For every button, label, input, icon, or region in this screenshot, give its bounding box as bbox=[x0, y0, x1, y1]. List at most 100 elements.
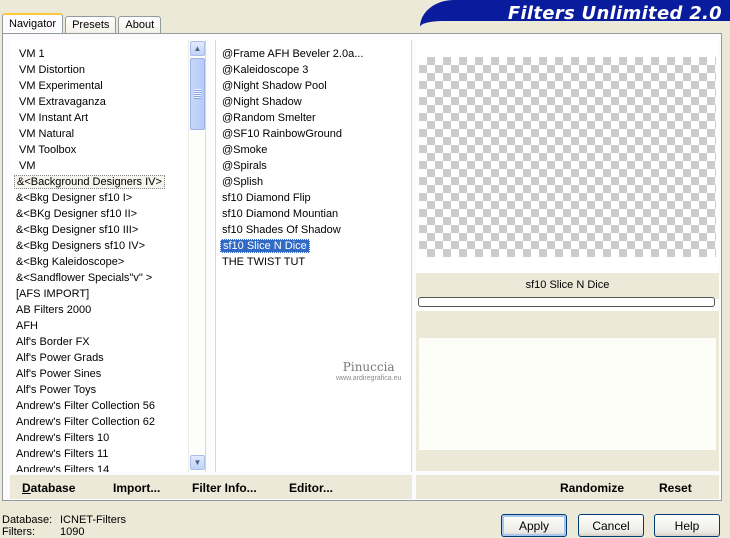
filter-item[interactable]: sf10 Shades Of Shadow bbox=[216, 222, 411, 238]
category-label: VM Toolbox bbox=[19, 144, 77, 156]
parameter-row bbox=[419, 370, 716, 386]
category-label: VM bbox=[19, 160, 36, 172]
database-button[interactable]: Database bbox=[22, 481, 75, 495]
category-item[interactable]: VM Natural bbox=[10, 126, 205, 142]
tab-strip: Navigator Presets About bbox=[2, 13, 163, 35]
filter-item[interactable]: @Spirals bbox=[216, 158, 411, 174]
category-item[interactable]: &<Bkg Designer sf10 I> bbox=[10, 190, 205, 206]
category-label: VM Natural bbox=[19, 128, 75, 140]
filter-item[interactable]: @Kaleidoscope 3 bbox=[216, 62, 411, 78]
filter-label: @Spirals bbox=[222, 160, 267, 172]
filters-count-value: 1090 bbox=[60, 526, 85, 538]
filter-item[interactable]: @Splish bbox=[216, 174, 411, 190]
category-item[interactable]: &<Bkg Designers sf10 IV> bbox=[10, 238, 205, 254]
parameter-row bbox=[419, 402, 716, 418]
category-item[interactable]: [AFS IMPORT] bbox=[10, 286, 205, 302]
category-item[interactable]: AFH bbox=[10, 318, 205, 334]
category-label: &<Bkg Designers sf10 IV> bbox=[16, 240, 146, 252]
status-area: Database: ICNET-Filters Filters: 1090 bbox=[2, 514, 126, 538]
filter-item[interactable]: @Smoke bbox=[216, 142, 411, 158]
filter-item[interactable]: @Frame AFH Beveler 2.0a... bbox=[216, 46, 411, 62]
category-label: &<Bkg Kaleidoscope> bbox=[16, 256, 125, 268]
category-label: Andrew's Filters 11 bbox=[16, 448, 109, 460]
category-item[interactable]: &<Sandflower Specials"v" > bbox=[10, 270, 205, 286]
randomize-button[interactable]: Randomize bbox=[560, 481, 624, 495]
filter-label: @Random Smelter bbox=[222, 112, 316, 124]
filter-item[interactable]: @Random Smelter bbox=[216, 110, 411, 126]
scroll-down-button[interactable]: ▼ bbox=[190, 455, 205, 470]
parameter-row bbox=[419, 354, 716, 370]
filter-item[interactable]: @SF10 RainbowGround bbox=[216, 126, 411, 142]
filter-label: sf10 Shades Of Shadow bbox=[222, 224, 341, 236]
category-label: AFH bbox=[16, 320, 38, 332]
filter-label: @SF10 RainbowGround bbox=[222, 128, 343, 140]
filter-label: @Smoke bbox=[222, 144, 268, 156]
category-label: Alf's Power Toys bbox=[16, 384, 97, 396]
database-label: atabase bbox=[30, 481, 76, 495]
category-label: &<Bkg Designer sf10 III> bbox=[16, 224, 139, 236]
filter-label: sf10 Diamond Mountian bbox=[222, 208, 339, 220]
parameter-row bbox=[419, 434, 716, 450]
watermark-name: Pinuccia bbox=[342, 360, 395, 374]
category-label: Alf's Border FX bbox=[16, 336, 90, 348]
category-item[interactable]: VM 1 bbox=[10, 46, 205, 62]
filter-item[interactable]: @Night Shadow Pool bbox=[216, 78, 411, 94]
category-label: Andrew's Filter Collection 56 bbox=[16, 400, 156, 412]
navigator-toolbar: Database Import... Filter Info... Editor… bbox=[10, 475, 412, 499]
filter-item[interactable]: THE TWIST TUT bbox=[216, 254, 411, 270]
category-item[interactable]: Alf's Power Grads bbox=[10, 350, 205, 366]
category-label: VM 1 bbox=[19, 48, 45, 60]
category-label: Andrew's Filter Collection 62 bbox=[16, 416, 156, 428]
editor-button[interactable]: Editor... bbox=[289, 481, 333, 495]
category-item[interactable]: Alf's Power Toys bbox=[10, 382, 205, 398]
category-label: VM Distortion bbox=[19, 64, 86, 76]
category-item[interactable]: Andrew's Filters 14 bbox=[10, 462, 205, 472]
scroll-thumb[interactable] bbox=[190, 58, 205, 130]
tab-navigator[interactable]: Navigator bbox=[2, 13, 64, 35]
filter-item[interactable]: sf10 Slice N Dice bbox=[216, 238, 411, 254]
filter-list[interactable]: @Frame AFH Beveler 2.0a... @Kaleidoscope … bbox=[215, 40, 412, 472]
category-item[interactable]: VM Distortion bbox=[10, 62, 205, 78]
preview-panel: sf10 Slice N Dice bbox=[416, 40, 719, 471]
category-item[interactable]: VM Toolbox bbox=[10, 142, 205, 158]
database-status-value: ICNET-Filters bbox=[60, 514, 126, 526]
category-item[interactable]: VM Experimental bbox=[10, 78, 205, 94]
category-item[interactable]: Alf's Border FX bbox=[10, 334, 205, 350]
scroll-grip-icon bbox=[194, 89, 201, 99]
filter-label: @Splish bbox=[222, 176, 264, 188]
category-label: VM Instant Art bbox=[19, 112, 89, 124]
filter-info-button[interactable]: Filter Info... bbox=[192, 481, 257, 495]
category-item[interactable]: &<BKg Designer sf10 II> bbox=[10, 206, 205, 222]
category-item[interactable]: &<Background Designers IV> bbox=[10, 174, 205, 190]
filter-item[interactable]: sf10 Diamond Mountian bbox=[216, 206, 411, 222]
category-item[interactable]: AB Filters 2000 bbox=[10, 302, 205, 318]
watermark-site: www.ardiregrafica.eu bbox=[336, 375, 402, 382]
scroll-up-button[interactable]: ▲ bbox=[190, 41, 205, 56]
parameter-row bbox=[419, 338, 716, 354]
category-label: Alf's Power Sines bbox=[16, 368, 102, 380]
filter-label: THE TWIST TUT bbox=[222, 256, 306, 268]
category-scrollbar[interactable]: ▲ ▼ bbox=[188, 40, 205, 472]
filter-label: sf10 Slice N Dice bbox=[220, 239, 310, 253]
category-item[interactable]: Andrew's Filter Collection 62 bbox=[10, 414, 205, 430]
category-label: AB Filters 2000 bbox=[16, 304, 92, 316]
import-button[interactable]: Import... bbox=[113, 481, 160, 495]
category-item[interactable]: &<Bkg Designer sf10 III> bbox=[10, 222, 205, 238]
category-item[interactable]: Andrew's Filters 10 bbox=[10, 430, 205, 446]
category-item[interactable]: Andrew's Filter Collection 56 bbox=[10, 398, 205, 414]
category-item[interactable]: VM Instant Art bbox=[10, 110, 205, 126]
category-item[interactable]: Alf's Power Sines bbox=[10, 366, 205, 382]
database-status-label: Database: bbox=[2, 514, 53, 526]
category-list[interactable]: VM 1 VM Distortion VM Experimental VM Extra… bbox=[10, 40, 206, 472]
category-label: &<Sandflower Specials"v" > bbox=[16, 272, 153, 284]
category-item[interactable]: Andrew's Filters 11 bbox=[10, 446, 205, 462]
category-label: [AFS IMPORT] bbox=[16, 288, 90, 300]
category-item[interactable]: &<Bkg Kaleidoscope> bbox=[10, 254, 205, 270]
category-label: VM Extravaganza bbox=[19, 96, 106, 108]
category-item[interactable]: VM bbox=[10, 158, 205, 174]
filter-item[interactable]: sf10 Diamond Flip bbox=[216, 190, 411, 206]
reset-button[interactable]: Reset bbox=[659, 481, 692, 495]
filter-item[interactable]: @Night Shadow bbox=[216, 94, 411, 110]
preview-image bbox=[419, 57, 716, 257]
category-item[interactable]: VM Extravaganza bbox=[10, 94, 205, 110]
